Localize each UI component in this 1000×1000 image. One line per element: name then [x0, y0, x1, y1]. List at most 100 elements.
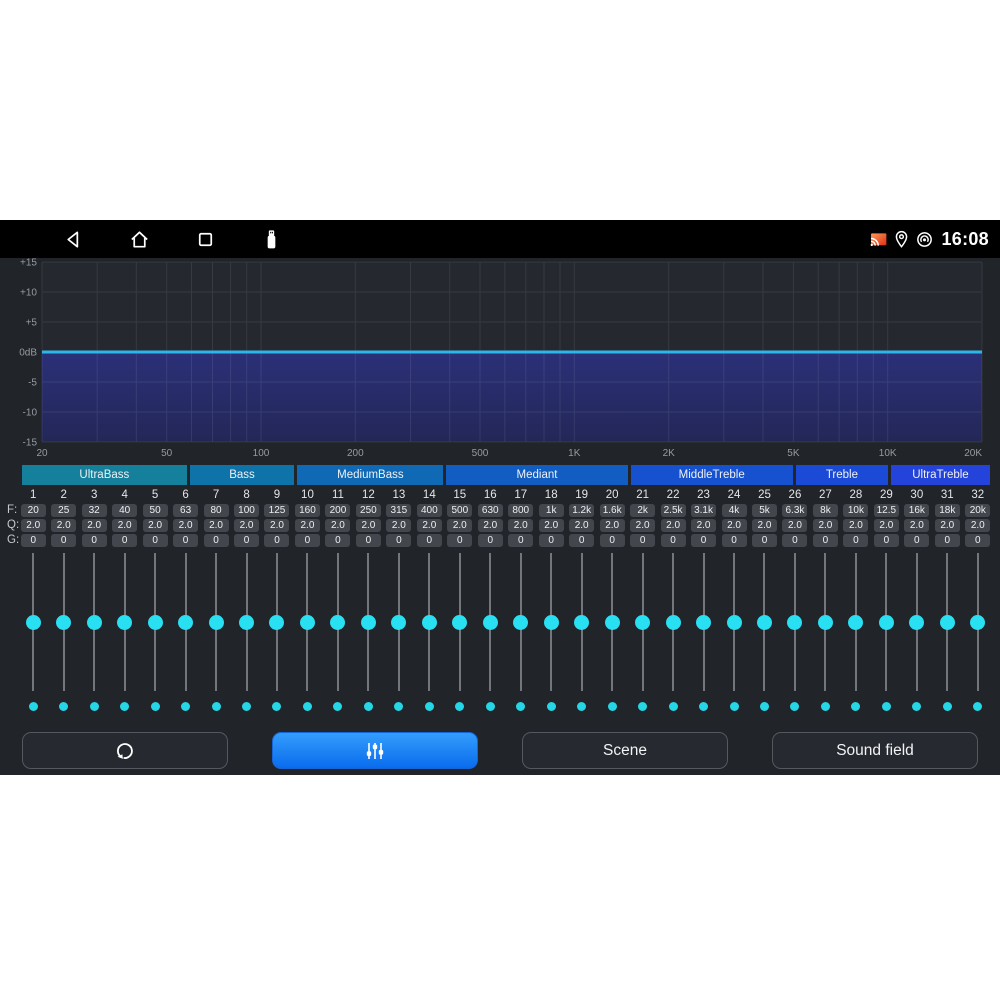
channel-16-frequency-value[interactable]: 630 [478, 504, 503, 517]
eq-band-27-slider-knob[interactable] [818, 615, 833, 630]
channel-3-q-value[interactable]: 2.0 [82, 519, 107, 532]
eq-band-13-slider[interactable] [384, 553, 414, 691]
channel-23-frequency-value[interactable]: 3.1k [691, 504, 716, 517]
back-icon[interactable] [62, 228, 85, 251]
eq-band-18-slider-knob[interactable] [544, 615, 559, 630]
scene-button[interactable]: Scene [522, 732, 728, 769]
channel-7-gain-value[interactable]: 0 [204, 534, 229, 547]
eq-band-10-slider[interactable] [292, 553, 322, 691]
eq-band-11-slider-knob[interactable] [330, 615, 345, 630]
channel-18-q-value[interactable]: 2.0 [539, 519, 564, 532]
channel-16-q-value[interactable]: 2.0 [478, 519, 503, 532]
eq-band-10-slider-knob[interactable] [300, 615, 315, 630]
channel-9-frequency-value[interactable]: 125 [264, 504, 289, 517]
channel-2-gain-value[interactable]: 0 [51, 534, 76, 547]
channel-32-frequency-value[interactable]: 20k [965, 504, 990, 517]
channel-9-gain-value[interactable]: 0 [264, 534, 289, 547]
channel-27-frequency-value[interactable]: 8k [813, 504, 838, 517]
channel-26-q-value[interactable]: 2.0 [782, 519, 807, 532]
channel-1-gain-value[interactable]: 0 [21, 534, 46, 547]
eq-band-21-slider-knob[interactable] [635, 615, 650, 630]
channel-13-gain-value[interactable]: 0 [386, 534, 411, 547]
channel-11-q-value[interactable]: 2.0 [325, 519, 350, 532]
channel-5-gain-value[interactable]: 0 [143, 534, 168, 547]
channel-8-frequency-value[interactable]: 100 [234, 504, 259, 517]
channel-3-gain-value[interactable]: 0 [82, 534, 107, 547]
channel-8-q-value[interactable]: 2.0 [234, 519, 259, 532]
channel-30-q-value[interactable]: 2.0 [904, 519, 929, 532]
eq-band-12-slider-knob[interactable] [361, 615, 376, 630]
channel-26-gain-value[interactable]: 0 [782, 534, 807, 547]
channel-6-gain-value[interactable]: 0 [173, 534, 198, 547]
eq-band-23-slider-knob[interactable] [696, 615, 711, 630]
eq-band-16-slider[interactable] [475, 553, 505, 691]
channel-23-gain-value[interactable]: 0 [691, 534, 716, 547]
channel-13-frequency-value[interactable]: 315 [386, 504, 411, 517]
eq-band-11-slider[interactable] [323, 553, 353, 691]
channel-19-q-value[interactable]: 2.0 [569, 519, 594, 532]
channel-3-frequency-value[interactable]: 32 [82, 504, 107, 517]
channel-4-frequency-value[interactable]: 40 [112, 504, 137, 517]
eq-band-21-slider[interactable] [627, 553, 657, 691]
eq-band-15-slider-knob[interactable] [452, 615, 467, 630]
channel-20-frequency-value[interactable]: 1.6k [600, 504, 625, 517]
channel-1-frequency-value[interactable]: 20 [21, 504, 46, 517]
eq-band-32-slider-knob[interactable] [970, 615, 985, 630]
channel-21-q-value[interactable]: 2.0 [630, 519, 655, 532]
eq-band-8-slider[interactable] [231, 553, 261, 691]
eq-band-17-slider-knob[interactable] [513, 615, 528, 630]
channel-28-gain-value[interactable]: 0 [843, 534, 868, 547]
channel-31-frequency-value[interactable]: 18k [935, 504, 960, 517]
eq-band-2-slider-knob[interactable] [56, 615, 71, 630]
channel-6-frequency-value[interactable]: 63 [173, 504, 198, 517]
channel-12-gain-value[interactable]: 0 [356, 534, 381, 547]
eq-band-29-slider[interactable] [871, 553, 901, 691]
channel-22-gain-value[interactable]: 0 [661, 534, 686, 547]
channel-13-q-value[interactable]: 2.0 [386, 519, 411, 532]
eq-band-22-slider[interactable] [658, 553, 688, 691]
channel-15-gain-value[interactable]: 0 [447, 534, 472, 547]
eq-band-6-slider-knob[interactable] [178, 615, 193, 630]
channel-28-frequency-value[interactable]: 10k [843, 504, 868, 517]
channel-18-gain-value[interactable]: 0 [539, 534, 564, 547]
channel-12-frequency-value[interactable]: 250 [356, 504, 381, 517]
channel-4-gain-value[interactable]: 0 [112, 534, 137, 547]
channel-17-q-value[interactable]: 2.0 [508, 519, 533, 532]
channel-14-frequency-value[interactable]: 400 [417, 504, 442, 517]
channel-32-gain-value[interactable]: 0 [965, 534, 990, 547]
eq-band-4-slider[interactable] [109, 553, 139, 691]
channel-10-gain-value[interactable]: 0 [295, 534, 320, 547]
eq-band-3-slider[interactable] [79, 553, 109, 691]
channel-6-q-value[interactable]: 2.0 [173, 519, 198, 532]
eq-band-20-slider[interactable] [597, 553, 627, 691]
channel-10-q-value[interactable]: 2.0 [295, 519, 320, 532]
sound-field-button[interactable]: Sound field [772, 732, 978, 769]
channel-23-q-value[interactable]: 2.0 [691, 519, 716, 532]
channel-29-frequency-value[interactable]: 12.5 [874, 504, 899, 517]
eq-band-30-slider[interactable] [902, 553, 932, 691]
eq-band-29-slider-knob[interactable] [879, 615, 894, 630]
eq-band-8-slider-knob[interactable] [239, 615, 254, 630]
channel-19-frequency-value[interactable]: 1.2k [569, 504, 594, 517]
eq-band-16-slider-knob[interactable] [483, 615, 498, 630]
eq-band-31-slider-knob[interactable] [940, 615, 955, 630]
channel-7-q-value[interactable]: 2.0 [204, 519, 229, 532]
eq-band-24-slider[interactable] [719, 553, 749, 691]
channel-4-q-value[interactable]: 2.0 [112, 519, 137, 532]
channel-21-gain-value[interactable]: 0 [630, 534, 655, 547]
equalizer-button[interactable] [272, 732, 478, 769]
channel-22-q-value[interactable]: 2.0 [661, 519, 686, 532]
eq-band-5-slider[interactable] [140, 553, 170, 691]
channel-16-gain-value[interactable]: 0 [478, 534, 503, 547]
channel-15-q-value[interactable]: 2.0 [447, 519, 472, 532]
eq-band-7-slider-knob[interactable] [209, 615, 224, 630]
usb-storage-icon[interactable] [260, 228, 283, 251]
eq-band-1-slider[interactable] [18, 553, 48, 691]
eq-band-28-slider-knob[interactable] [848, 615, 863, 630]
eq-band-25-slider-knob[interactable] [757, 615, 772, 630]
channel-24-frequency-value[interactable]: 4k [722, 504, 747, 517]
channel-9-q-value[interactable]: 2.0 [264, 519, 289, 532]
eq-band-4-slider-knob[interactable] [117, 615, 132, 630]
eq-band-19-slider-knob[interactable] [574, 615, 589, 630]
channel-14-gain-value[interactable]: 0 [417, 534, 442, 547]
